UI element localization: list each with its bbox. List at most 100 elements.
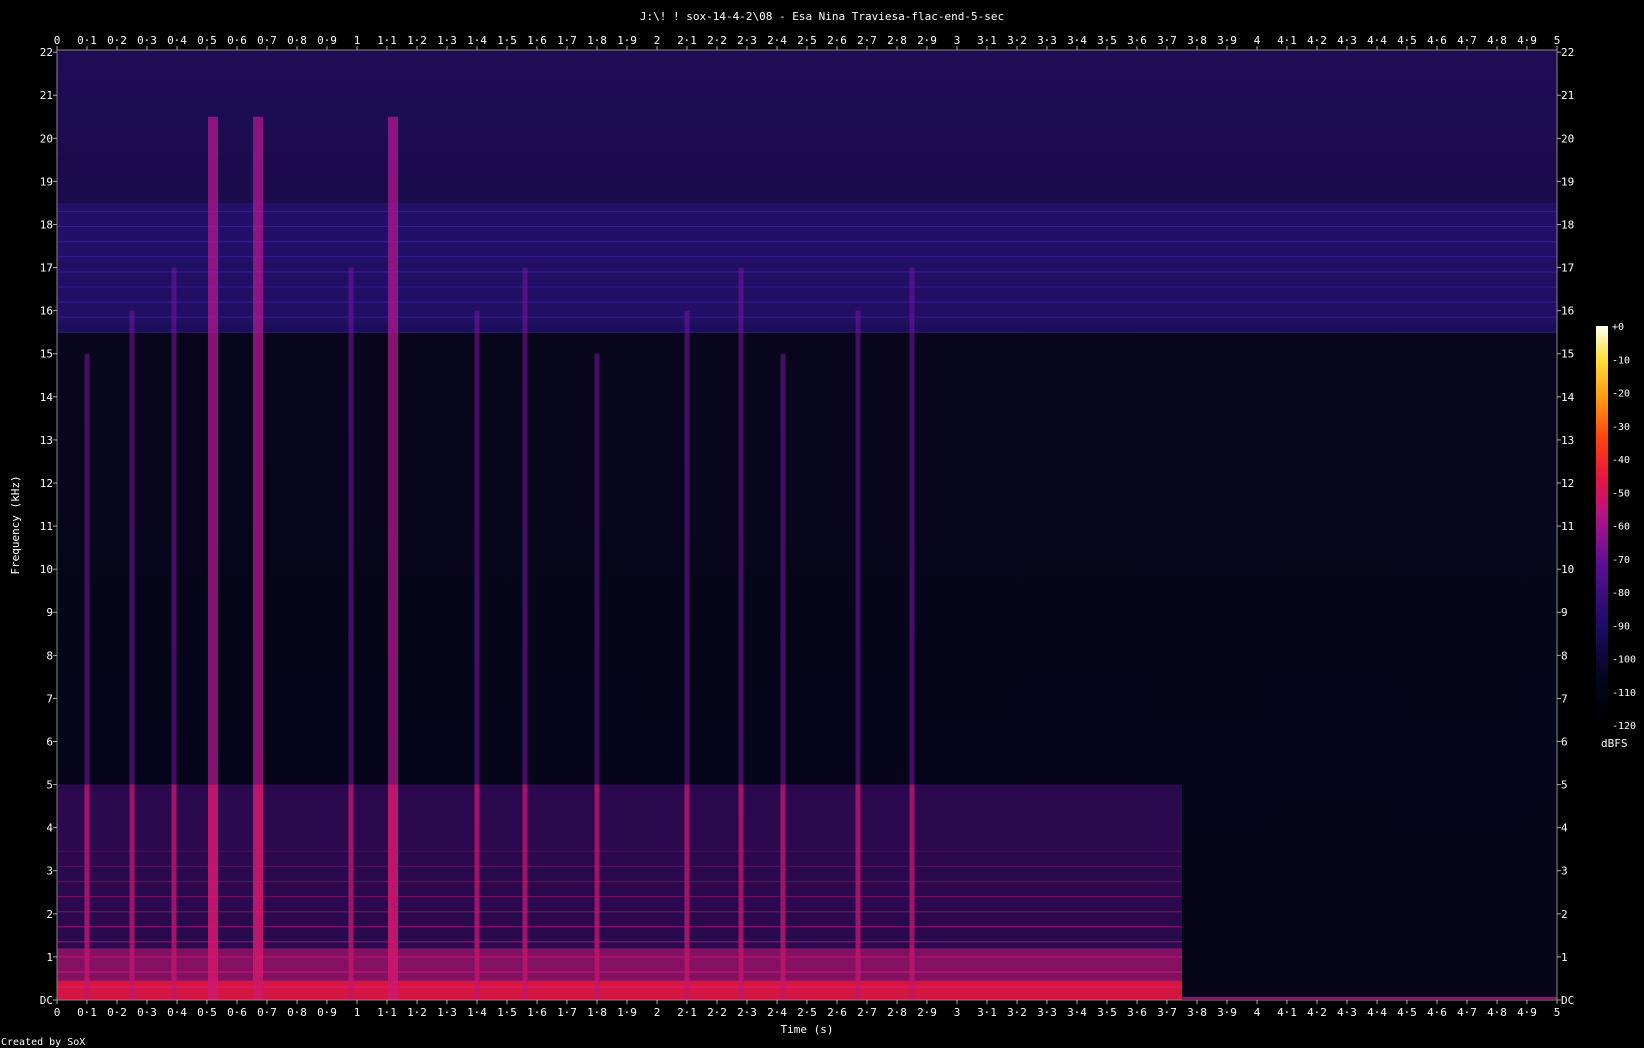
- x-tick-label: 3·4: [1067, 1006, 1087, 1019]
- y-tick-label: 4: [1561, 822, 1568, 835]
- x-tick-label: 1·2: [407, 1006, 427, 1019]
- x-tick-label: 3·8: [1187, 1006, 1207, 1019]
- x-tick-label: 3·9: [1217, 1006, 1237, 1019]
- x-tick-label: 2·3: [737, 1006, 757, 1019]
- x-tick-label: 0·8: [287, 1006, 307, 1019]
- x-tick-label: 4: [1254, 1006, 1261, 1019]
- x-tick-label: 3·1: [977, 1006, 997, 1019]
- x-tick-label: 2: [654, 1006, 661, 1019]
- transient-core: [522, 784, 528, 1000]
- x-tick-label: 0: [54, 34, 61, 47]
- y-tick-label: 6: [1561, 735, 1568, 748]
- transient-core: [348, 784, 354, 1000]
- colorbar-tick-label: -20: [1612, 389, 1630, 400]
- x-tick-label: 0: [54, 1006, 61, 1019]
- y-tick-label: 12: [40, 477, 53, 490]
- x-tick-label: 2·8: [887, 34, 907, 47]
- colorbar-tick-label: -70: [1612, 555, 1630, 566]
- x-tick-label: 1·4: [467, 34, 487, 47]
- x-tick-label: 4·6: [1427, 1006, 1447, 1019]
- y-tick-label: 22: [40, 46, 53, 59]
- x-tick-label: 4·4: [1367, 1006, 1387, 1019]
- x-tick-label: 0·1: [77, 34, 97, 47]
- x-tick-label: 4·7: [1457, 34, 1477, 47]
- y-tick-label: 11: [40, 520, 53, 533]
- x-tick-label: 2·8: [887, 1006, 907, 1019]
- x-tick-label: 1·5: [497, 1006, 517, 1019]
- y-tick-label: 2: [46, 908, 53, 921]
- x-tick-label: 4·8: [1487, 34, 1507, 47]
- transient-core: [171, 784, 177, 1000]
- x-tick-label: 0·3: [137, 34, 157, 47]
- dc-energy: [57, 980, 1182, 1000]
- colorbar-gradient: [1596, 326, 1608, 725]
- x-tick-label: 2·5: [797, 1006, 817, 1019]
- colorbar-tick-label: +0: [1612, 322, 1624, 333]
- x-tick-label: 3: [954, 34, 961, 47]
- x-tick-label: 1·3: [437, 1006, 457, 1019]
- x-tick-label: 2·1: [677, 34, 697, 47]
- x-tick-label: 3·7: [1157, 34, 1177, 47]
- x-tick-label: 0·6: [227, 34, 247, 47]
- x-tick-label: 2·2: [707, 1006, 727, 1019]
- x-tick-label: 4·5: [1397, 1006, 1417, 1019]
- y-tick-label: 5: [46, 779, 53, 792]
- spectrogram-chart: J:\! ! sox-14-4-2\08 - Esa Nina Traviesa…: [1, 10, 1636, 1048]
- y-tick-label: 18: [1561, 218, 1574, 231]
- chart-title: J:\! ! sox-14-4-2\08 - Esa Nina Traviesa…: [640, 10, 1004, 23]
- transient-core: [253, 784, 263, 1000]
- y-tick-label: 3: [46, 865, 53, 878]
- y-tick-label: 15: [40, 348, 53, 361]
- x-tick-label: 4·7: [1457, 1006, 1477, 1019]
- y-tick-label: 11: [1561, 520, 1574, 533]
- y-tick-label: 15: [1561, 348, 1574, 361]
- x-tick-label: 1: [354, 34, 361, 47]
- y-tick-label: 16: [40, 305, 53, 318]
- transient-core: [738, 784, 744, 1000]
- x-tick-label: 0·7: [257, 1006, 277, 1019]
- x-tick-label: 4·2: [1307, 34, 1327, 47]
- x-tick-label: 2·3: [737, 34, 757, 47]
- x-axis-label: Time (s): [781, 1023, 834, 1036]
- x-tick-label: 2: [654, 34, 661, 47]
- x-tick-label: 2·7: [857, 1006, 877, 1019]
- y-tick-label: 8: [46, 649, 53, 662]
- y-tick-label: 1: [46, 951, 53, 964]
- y-tick-label: 14: [1561, 391, 1575, 404]
- x-tick-label: 0·5: [197, 34, 217, 47]
- x-tick-label: 0·8: [287, 34, 307, 47]
- x-tick-label: 4·3: [1337, 34, 1357, 47]
- y-tick-label: 7: [46, 692, 53, 705]
- x-tick-label: 1·1: [377, 1006, 397, 1019]
- x-tick-label: 0·2: [107, 1006, 127, 1019]
- x-tick-label: 3·8: [1187, 34, 1207, 47]
- x-tick-label: 3·6: [1127, 34, 1147, 47]
- colorbar-tick-label: -50: [1612, 488, 1630, 499]
- y-tick-label: 9: [46, 606, 53, 619]
- y-tick-label: 20: [40, 132, 53, 145]
- x-tick-label: 4·3: [1337, 1006, 1357, 1019]
- transient-core: [909, 784, 915, 1000]
- x-tick-label: 3·4: [1067, 34, 1087, 47]
- x-tick-label: 2·5: [797, 34, 817, 47]
- x-tick-label: 1·4: [467, 1006, 487, 1019]
- colorbar-tick-label: -10: [1612, 355, 1630, 366]
- x-tick-label: 1·8: [587, 1006, 607, 1019]
- transient-core: [208, 784, 218, 1000]
- x-tick-label: 2·4: [767, 1006, 787, 1019]
- y-tick-label: 13: [40, 434, 53, 447]
- transient-core: [780, 784, 786, 1000]
- colorbar-tick-label: -80: [1612, 588, 1630, 599]
- x-tick-label: 3·3: [1037, 1006, 1057, 1019]
- y-tick-label: 14: [40, 391, 54, 404]
- x-tick-label: 3·1: [977, 34, 997, 47]
- x-tick-label: 0·9: [317, 34, 337, 47]
- colorbar-tick-label: -90: [1612, 621, 1630, 632]
- y-tick-label: 18: [40, 218, 53, 231]
- x-tick-label: 4·5: [1397, 34, 1417, 47]
- spectrogram-plot-area: [56, 49, 1558, 1001]
- x-tick-label: 3·9: [1217, 34, 1237, 47]
- transient-core: [684, 784, 690, 1000]
- x-tick-label: 2·9: [917, 1006, 937, 1019]
- y-tick-label: 10: [40, 563, 53, 576]
